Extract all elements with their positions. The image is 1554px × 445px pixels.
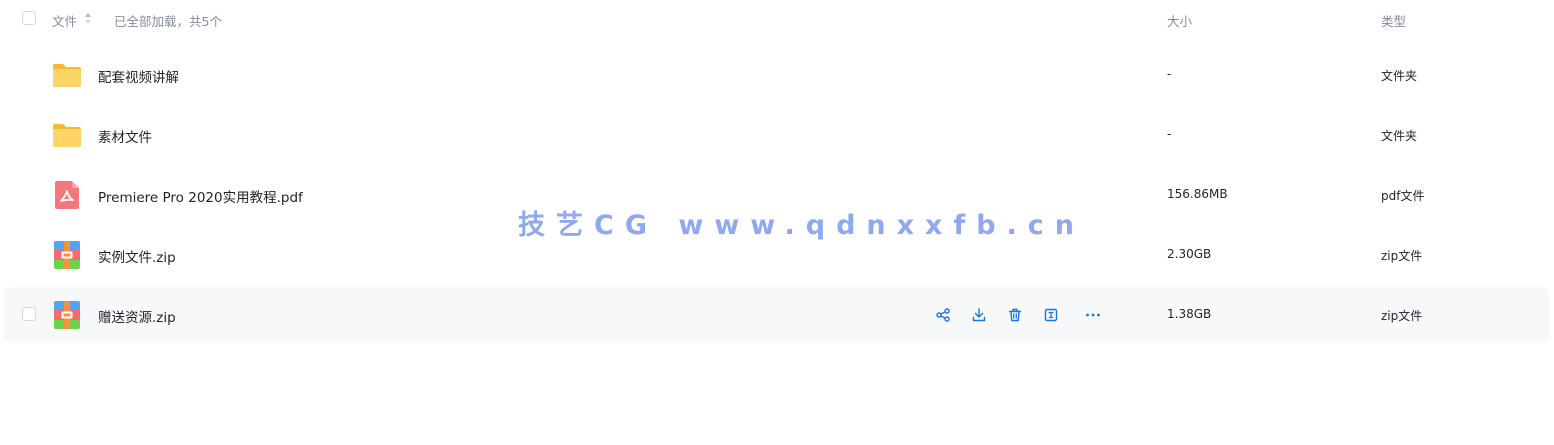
share-button[interactable]: [933, 305, 953, 325]
column-header-size[interactable]: 大小: [1167, 11, 1192, 30]
file-list-header: 文件 已全部加载，共5个 大小 类型: [0, 0, 1554, 38]
file-row[interactable]: 素材文件 - 文件夹: [4, 107, 1550, 163]
file-size: -: [1167, 127, 1172, 141]
zip-file-icon: [54, 241, 80, 269]
delete-button[interactable]: [1005, 305, 1025, 325]
file-type: zip文件: [1381, 249, 1423, 263]
file-row[interactable]: 赠送资源.zip 1.38GB zip文件: [4, 287, 1550, 343]
file-type: 文件夹: [1381, 69, 1418, 83]
watermark-text: 技艺CG www.qdnxxfb.cn: [518, 210, 1086, 241]
folder-icon: [53, 64, 81, 87]
loaded-status: 已全部加载，共5个: [114, 14, 222, 29]
sort-icon[interactable]: [85, 13, 91, 24]
more-icon: [1086, 313, 1100, 317]
file-type: pdf文件: [1381, 189, 1425, 203]
file-name[interactable]: 实例文件.zip: [98, 246, 176, 266]
share-icon: [936, 308, 950, 322]
select-all-checkbox[interactable]: [22, 11, 36, 25]
download-button[interactable]: [969, 305, 989, 325]
file-type: zip文件: [1381, 309, 1423, 323]
file-name[interactable]: 配套视频讲解: [98, 66, 179, 86]
delete-icon: [1008, 308, 1022, 322]
file-type: 文件夹: [1381, 129, 1418, 143]
file-list: 文件 已全部加载，共5个 大小 类型 配套视频讲解 - 文件夹 素材文件 - 文…: [0, 0, 1554, 445]
more-button[interactable]: [1083, 305, 1103, 325]
column-header-file[interactable]: 文件: [52, 11, 77, 30]
rename-button[interactable]: [1041, 305, 1061, 325]
pdf-file-icon: [55, 181, 79, 209]
column-header-type[interactable]: 类型: [1381, 11, 1406, 30]
file-row[interactable]: 配套视频讲解 - 文件夹: [4, 47, 1550, 103]
file-size: 1.38GB: [1167, 307, 1212, 321]
file-size: 2.30GB: [1167, 247, 1212, 261]
rename-icon: [1044, 308, 1058, 322]
file-name[interactable]: 素材文件: [98, 126, 152, 146]
file-name[interactable]: Premiere Pro 2020实用教程.pdf: [98, 186, 303, 206]
zip-file-icon: [54, 301, 80, 329]
row-checkbox[interactable]: [22, 307, 36, 321]
download-icon: [972, 308, 986, 322]
file-name[interactable]: 赠送资源.zip: [98, 306, 176, 326]
file-size: 156.86MB: [1167, 187, 1228, 201]
file-size: -: [1167, 67, 1172, 81]
folder-icon: [53, 124, 81, 147]
